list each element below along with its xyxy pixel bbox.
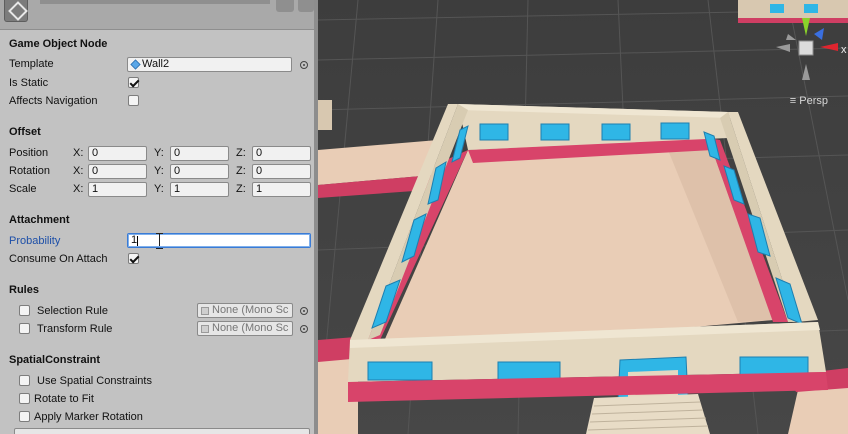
transform-rule-value: None (Mono Sc [212,322,289,334]
component-icon [4,0,28,22]
scale-z-field[interactable]: 1 [252,182,311,197]
position-x-field[interactable]: 0 [88,146,147,161]
use-spatial-constraints-label: Use Spatial Constraints [37,375,152,387]
scale-z-axis: Z: [236,183,246,195]
apply-marker-rotation-label: Apply Marker Rotation [34,411,143,423]
scale-y-field[interactable]: 1 [170,182,229,197]
consume-on-attach-checkbox[interactable] [128,253,139,264]
template-picker-icon[interactable] [300,61,308,69]
position-z-field[interactable]: 0 [252,146,311,161]
distant-building [738,0,848,23]
persp-icon: ≡ [789,95,797,107]
transform-rule-field[interactable]: None (Mono Sc [197,321,293,336]
inspector-panel: Game Object Node Template Wall2 Is Stati… [0,0,316,434]
affects-navigation-checkbox[interactable] [128,95,139,106]
position-x-axis: X: [73,147,84,159]
rotation-x-axis: X: [73,165,84,177]
script-icon [201,307,209,315]
rotation-x-field[interactable]: 0 [88,164,147,179]
section-game-object-node: Game Object Node [9,38,108,50]
marker-dropdown[interactable] [14,428,310,434]
transform-rule-checkbox[interactable] [19,323,30,334]
consume-on-attach-label: Consume On Attach [9,253,108,265]
section-attachment: Attachment [9,214,70,226]
header-strip [40,0,270,4]
probability-label: Probability [9,235,61,247]
rotate-to-fit-label: Rotate to Fit [34,393,94,405]
script-icon [201,325,209,333]
template-label: Template [9,58,54,70]
inspector-header [0,0,316,30]
scale-label: Scale [9,183,37,195]
position-label: Position [9,147,49,159]
probability-field[interactable]: 1 [127,233,311,248]
rotation-y-field[interactable]: 0 [170,164,229,179]
scale-y-axis: Y: [154,183,164,195]
selection-rule-value: None (Mono Sc [212,304,289,316]
gizmo-x-label: x [841,44,847,56]
projection-toggle[interactable]: ≡ Persp [790,95,828,107]
use-spatial-constraints-checkbox[interactable] [19,375,30,386]
section-spatial-constraint: SpatialConstraint [9,354,101,366]
is-static-label: Is Static [9,77,49,89]
gear-icon[interactable] [298,0,314,12]
ibeam-cursor-icon [156,233,164,249]
front-stairs [586,394,710,434]
scene-render [318,0,848,434]
rotation-y-axis: Y: [154,165,164,177]
rotation-z-axis: Z: [236,165,246,177]
prefab-icon [130,59,141,70]
transform-rule-picker-icon[interactable] [300,325,308,333]
position-y-axis: Y: [154,147,164,159]
affects-navigation-label: Affects Navigation [9,95,98,107]
scale-x-axis: X: [73,183,84,195]
position-z-axis: Z: [236,147,246,159]
template-value: Wall2 [142,58,170,70]
section-offset: Offset [9,126,41,138]
projection-label: Persp [799,95,828,107]
selection-rule-picker-icon[interactable] [300,307,308,315]
text-caret [137,236,138,246]
is-static-checkbox[interactable] [128,77,139,88]
selection-rule-checkbox[interactable] [19,305,30,316]
selection-rule-field[interactable]: None (Mono Sc [197,303,293,318]
section-rules: Rules [9,284,39,296]
scale-x-field[interactable]: 1 [88,182,147,197]
wall-fragment [318,100,332,130]
apply-marker-rotation-checkbox[interactable] [19,411,30,422]
rotate-to-fit-checkbox[interactable] [19,393,30,404]
template-field[interactable]: Wall2 [127,57,292,72]
help-icon[interactable] [276,0,294,12]
scene-view[interactable]: x ≡ Persp [318,0,848,434]
transform-rule-label: Transform Rule [37,323,113,335]
position-y-field[interactable]: 0 [170,146,229,161]
selection-rule-label: Selection Rule [37,305,108,317]
rotation-z-field[interactable]: 0 [252,164,311,179]
rotation-label: Rotation [9,165,50,177]
